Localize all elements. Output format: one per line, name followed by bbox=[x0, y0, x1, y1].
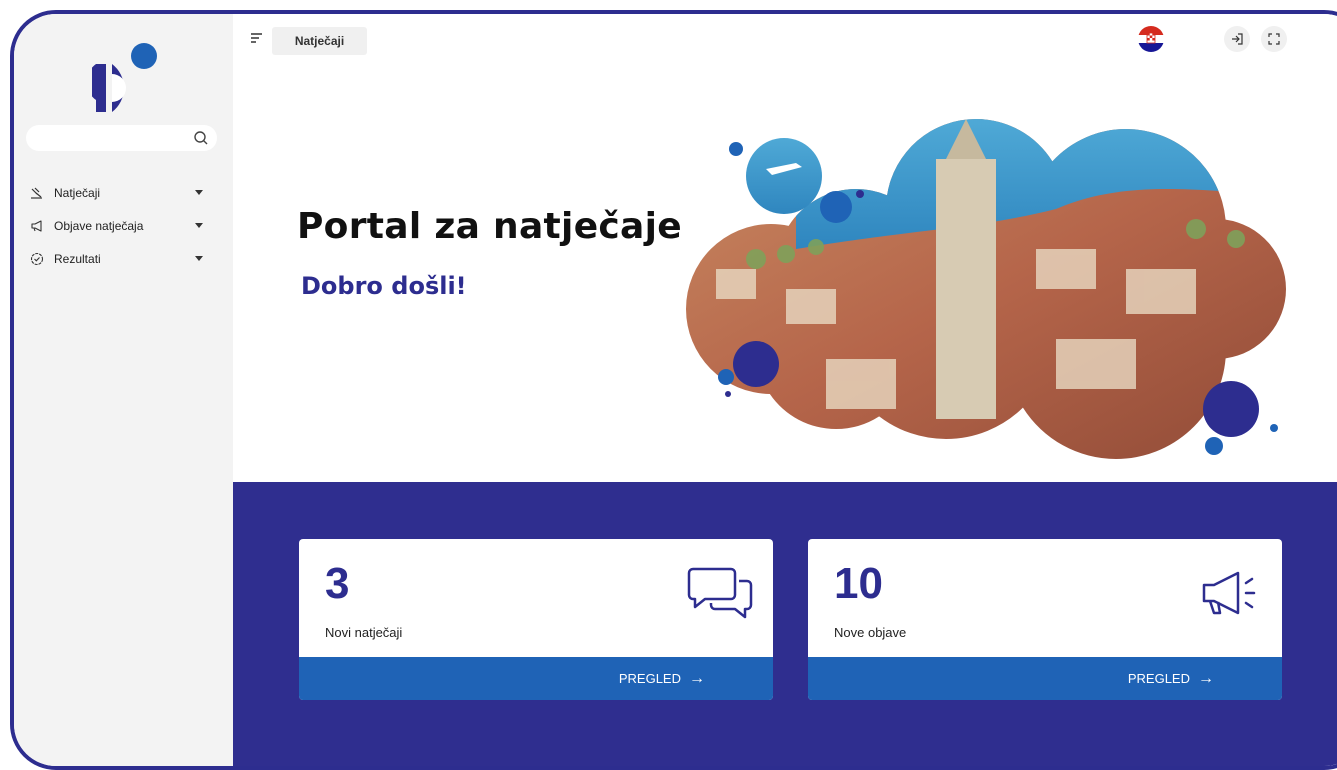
stat-count: 10 bbox=[834, 559, 883, 608]
chevron-down-icon[interactable] bbox=[195, 256, 203, 261]
app-frame: Natječaji Objave natječaja Rezultati Nat… bbox=[10, 10, 1337, 770]
stat-count: 3 bbox=[325, 559, 350, 608]
search-input[interactable] bbox=[26, 125, 186, 151]
button-label: PREGLED bbox=[618, 671, 681, 686]
search-box[interactable] bbox=[26, 125, 217, 151]
sidebar-item-label: Objave natječaja bbox=[54, 218, 144, 233]
welcome-subtitle: Dobro došli! bbox=[301, 272, 467, 300]
sidebar-nav: Natječaji Objave natječaja Rezultati bbox=[30, 176, 205, 275]
stat-caption: Novi natječaji bbox=[325, 625, 403, 640]
sidebar-item-objave[interactable]: Objave natječaja bbox=[30, 209, 205, 242]
menu-icon[interactable] bbox=[250, 31, 264, 43]
gavel-icon bbox=[30, 186, 44, 200]
search-icon[interactable] bbox=[193, 130, 209, 146]
sidebar-item-rezultati[interactable]: Rezultati bbox=[30, 242, 205, 275]
page-title: Portal za natječaje bbox=[297, 206, 683, 247]
sidebar: Natječaji Objave natječaja Rezultati bbox=[14, 14, 233, 766]
pregled-button[interactable]: PREGLED → bbox=[299, 657, 773, 700]
chat-icon bbox=[687, 565, 755, 621]
stat-caption: Nove objave bbox=[834, 625, 907, 640]
megaphone-icon bbox=[1196, 565, 1264, 621]
pregled-button[interactable]: PREGLED → bbox=[808, 657, 1282, 700]
arrow-right-icon: → bbox=[689, 669, 705, 687]
sidebar-item-natjecaji[interactable]: Natječaji bbox=[30, 176, 205, 209]
topbar: Natječaji bbox=[233, 14, 1337, 64]
button-label: PREGLED bbox=[1127, 671, 1190, 686]
fullscreen-icon[interactable] bbox=[1261, 26, 1287, 52]
check-circle-icon bbox=[30, 252, 44, 266]
chevron-down-icon[interactable] bbox=[195, 223, 203, 228]
chevron-down-icon[interactable] bbox=[195, 190, 203, 195]
stat-card-natjecaji: 3 Novi natječaji PREGLED → bbox=[299, 539, 773, 700]
portal-logo[interactable] bbox=[86, 40, 158, 112]
login-icon[interactable] bbox=[1224, 26, 1250, 52]
hero-city-image bbox=[676, 119, 1316, 459]
croatia-flag-icon[interactable] bbox=[1138, 26, 1164, 52]
tab-natjecaji[interactable]: Natječaji bbox=[272, 27, 367, 55]
arrow-right-icon: → bbox=[1198, 669, 1214, 687]
sidebar-item-label: Natječaji bbox=[54, 185, 101, 200]
main-content: Natječaji Portal za natječaje Dobro došl… bbox=[233, 14, 1337, 766]
megaphone-icon bbox=[30, 219, 44, 233]
stat-card-objave: 10 Nove objave PREGLED → bbox=[808, 539, 1282, 700]
sidebar-item-label: Rezultati bbox=[54, 251, 101, 266]
